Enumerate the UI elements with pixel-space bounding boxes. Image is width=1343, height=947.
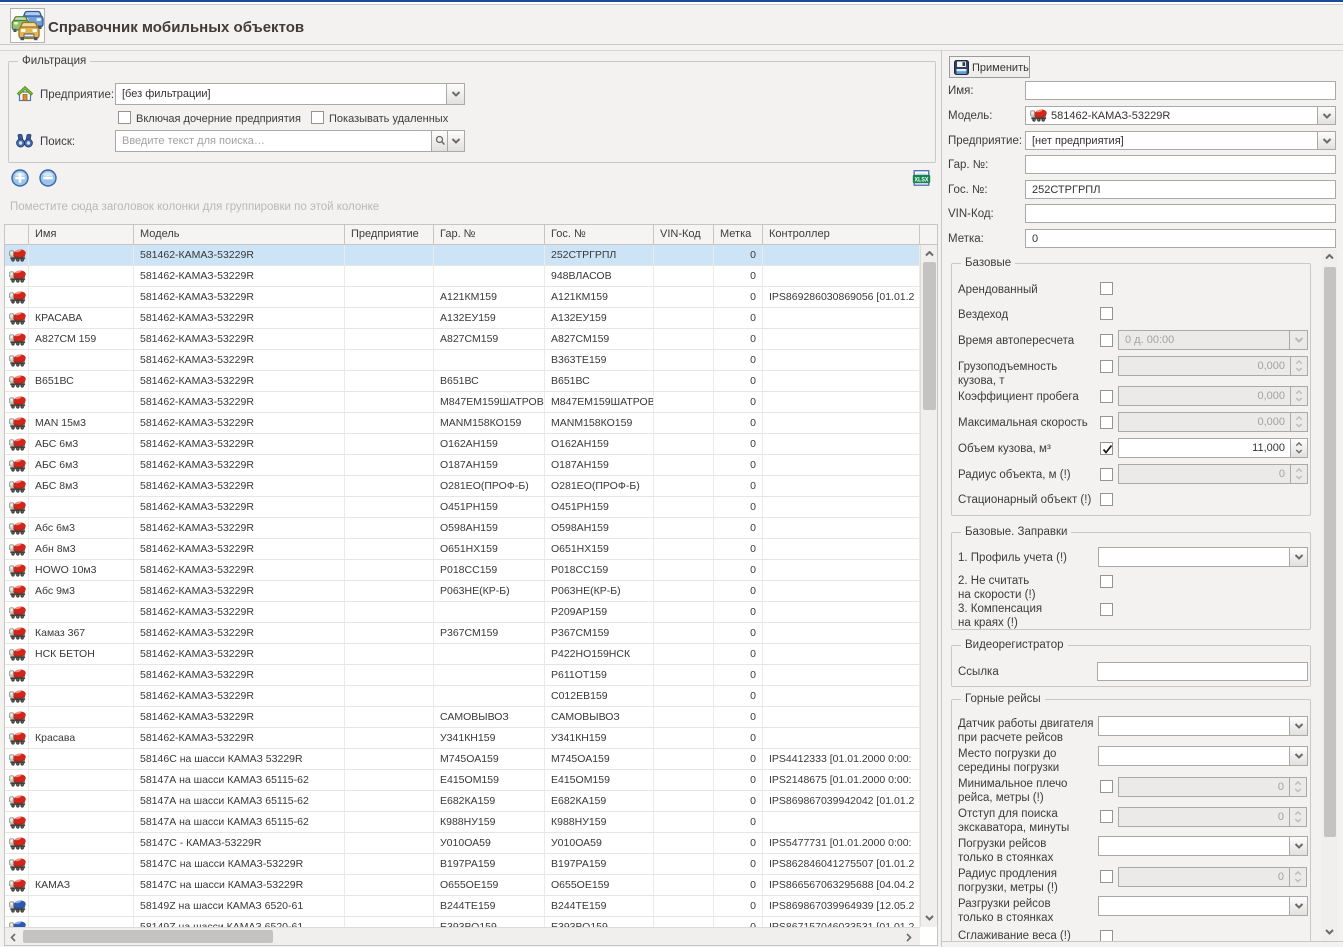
- svg-text:XLSX: XLSX: [915, 177, 929, 183]
